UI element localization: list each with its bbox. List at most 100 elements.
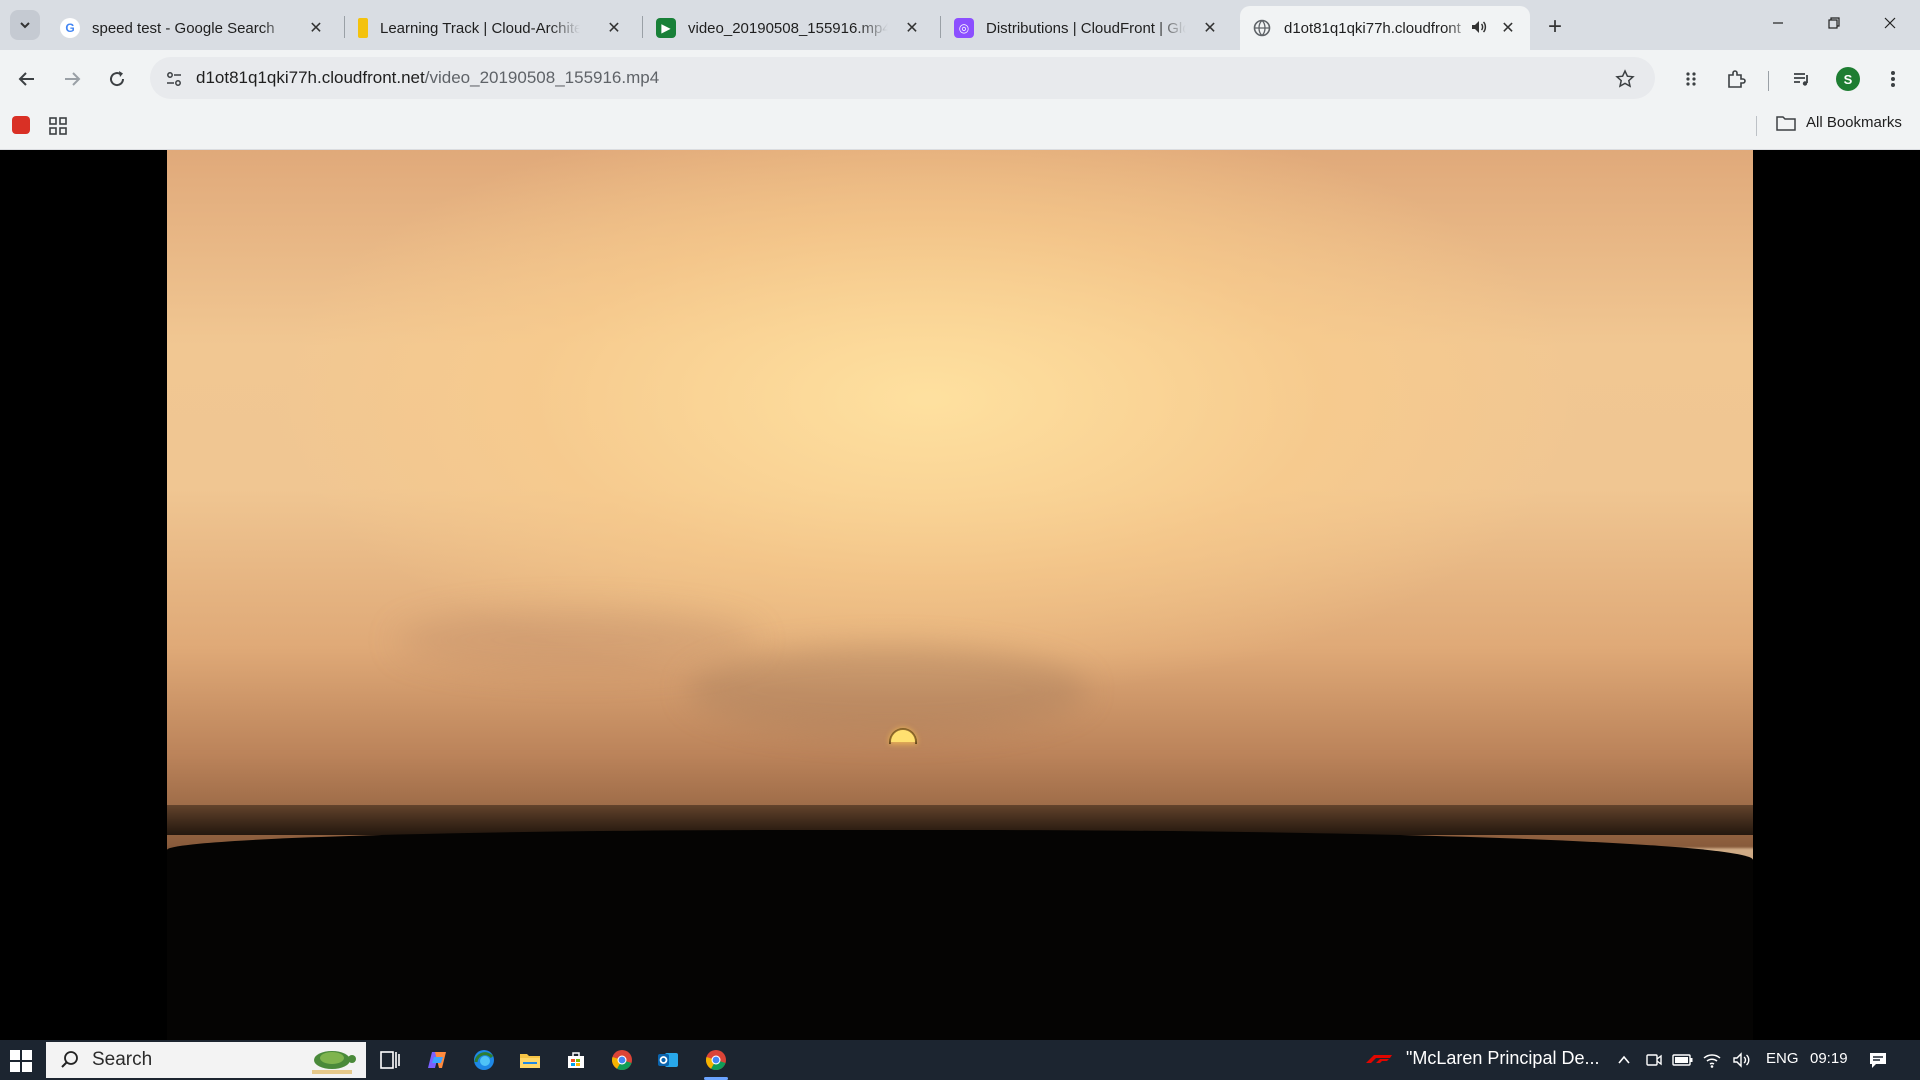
extensions-button[interactable] (1720, 63, 1752, 95)
copilot-button[interactable] (421, 1044, 453, 1076)
bookmark-star-icon[interactable] (1613, 67, 1637, 91)
browser-menu-button[interactable] (1877, 63, 1909, 95)
page-content (0, 150, 1920, 1040)
plus-icon: + (1547, 13, 1562, 40)
all-bookmarks-button[interactable]: All Bookmarks (1776, 114, 1902, 131)
close-icon[interactable]: ✕ (1200, 18, 1220, 38)
minimize-button[interactable] (1750, 0, 1806, 46)
battery-icon[interactable] (1671, 1048, 1695, 1072)
task-view-button[interactable] (374, 1044, 406, 1076)
browser-toolbar: d1ot81q1qki77h.cloudfront.net/video_2019… (0, 50, 1920, 108)
taskbar-search-box[interactable]: Search (46, 1042, 366, 1078)
tab-title: video_20190508_155916.mp4 - (688, 19, 888, 37)
edge-browser-button[interactable] (468, 1044, 500, 1076)
minimize-icon (1773, 22, 1783, 24)
language-indicator[interactable]: ENG (1766, 1050, 1799, 1067)
task-view-icon (380, 1051, 400, 1069)
bookmarks-bar: All Bookmarks (0, 108, 1920, 150)
outlook-icon (658, 1053, 678, 1067)
media-controls-button[interactable] (1786, 63, 1818, 95)
reload-button[interactable] (101, 63, 133, 95)
search-icon (61, 1051, 78, 1068)
extension-button[interactable] (1675, 63, 1707, 95)
sheets-video-icon: ▶ (656, 18, 676, 38)
microsoft-store-button[interactable] (560, 1044, 592, 1076)
address-bar[interactable]: d1ot81q1qki77h.cloudfront.net/video_2019… (150, 57, 1655, 99)
tab-learning-track[interactable]: Learning Track | Cloud-Architect ✕ (346, 6, 636, 50)
volume-icon[interactable] (1730, 1048, 1754, 1072)
file-explorer-button[interactable] (514, 1044, 546, 1076)
all-bookmarks-label: All Bookmarks (1806, 114, 1902, 131)
tab-strip: G speed test - Google Search ✕ Learning … (0, 0, 1920, 50)
video-frame-cloud (687, 645, 1087, 735)
url-path: /video_20190508_155916.mp4 (424, 68, 660, 87)
tab-video-sheet[interactable]: ▶ video_20190508_155916.mp4 - ✕ (644, 6, 934, 50)
restore-icon (1828, 17, 1840, 29)
close-icon[interactable]: ✕ (306, 18, 326, 38)
clock-time[interactable]: 09:19 (1810, 1050, 1848, 1067)
close-icon (1884, 17, 1896, 29)
google-icon: G (60, 18, 80, 38)
turtle-search-highlight-icon (312, 1051, 356, 1074)
f1-logo-icon (1366, 1054, 1392, 1063)
video-frame-cloud (397, 610, 757, 670)
notifications-button[interactable] (1866, 1048, 1890, 1072)
close-icon[interactable]: ✕ (1498, 18, 1518, 38)
new-tab-button[interactable]: + (1541, 13, 1569, 41)
forward-button[interactable] (56, 63, 88, 95)
chrome-icon (706, 1050, 726, 1071)
speaker-icon[interactable] (1470, 18, 1490, 38)
tab-title: d1ot81q1qki77h.cloudfront (1284, 19, 1461, 37)
chrome-icon (612, 1050, 632, 1071)
tab-divider (940, 16, 941, 38)
profile-avatar[interactable]: S (1836, 67, 1860, 91)
tab-google-search[interactable]: G speed test - Google Search ✕ (48, 6, 338, 50)
cloudfront-icon: ◎ (954, 18, 974, 38)
outlook-button[interactable] (652, 1044, 684, 1076)
tab-divider (344, 16, 345, 38)
url-text[interactable]: d1ot81q1qki77h.cloudfront.net/video_2019… (196, 68, 659, 88)
edge-icon (474, 1050, 494, 1070)
tab-search-button[interactable] (10, 10, 40, 40)
copilot-icon (428, 1052, 446, 1068)
show-hidden-icons-button[interactable] (1612, 1048, 1636, 1072)
windows-start-icon[interactable] (8, 1048, 34, 1074)
tab-cloudfront-distributions[interactable]: ◎ Distributions | CloudFront | Glob ✕ (942, 6, 1232, 50)
wifi-icon[interactable] (1700, 1048, 1724, 1072)
taskbar-search-label: Search (92, 1049, 153, 1070)
news-headline: "McLaren Principal De... (1406, 1048, 1600, 1068)
folder-icon (1776, 115, 1796, 131)
meet-camera-icon[interactable] (1642, 1048, 1666, 1072)
reload-icon (110, 71, 125, 87)
kebab-menu-icon (1891, 71, 1895, 87)
apps-grid-icon[interactable] (48, 116, 68, 136)
close-icon[interactable]: ✕ (604, 18, 624, 38)
close-icon[interactable]: ✕ (902, 18, 922, 38)
puzzle-icon (1728, 70, 1746, 88)
chrome-button[interactable] (606, 1044, 638, 1076)
bookmark-red-square-icon[interactable] (12, 116, 30, 134)
video-player[interactable] (167, 150, 1753, 1040)
notification-icon (1870, 1053, 1886, 1068)
chrome-active-window-button[interactable] (700, 1044, 732, 1080)
dots-grid-icon (1686, 72, 1696, 86)
learning-track-icon (358, 18, 368, 38)
site-settings-icon[interactable] (162, 67, 186, 91)
tab-title: speed test - Google Search (92, 19, 275, 37)
windows-taskbar: Search "McLaren Principal De... ENG 09:1… (0, 1040, 1920, 1080)
back-button[interactable] (11, 63, 43, 95)
tab-title: Learning Track | Cloud-Architect (380, 19, 580, 37)
tab-cloudfront-video[interactable]: d1ot81q1qki77h.cloudfront ✕ (1240, 6, 1530, 50)
restore-button[interactable] (1806, 0, 1862, 46)
chevron-up-icon (1618, 1055, 1630, 1064)
store-icon (568, 1052, 584, 1068)
url-host: d1ot81q1qki77h.cloudfront.net (196, 68, 425, 87)
folder-icon (520, 1054, 540, 1068)
close-window-button[interactable] (1862, 0, 1918, 46)
bookmarks-divider (1756, 116, 1757, 136)
media-queue-icon (1794, 73, 1808, 86)
forward-arrow-icon (65, 72, 81, 86)
tab-divider (642, 16, 643, 38)
news-widget[interactable]: "McLaren Principal De... (1364, 1048, 1599, 1069)
toolbar-divider (1768, 71, 1769, 91)
